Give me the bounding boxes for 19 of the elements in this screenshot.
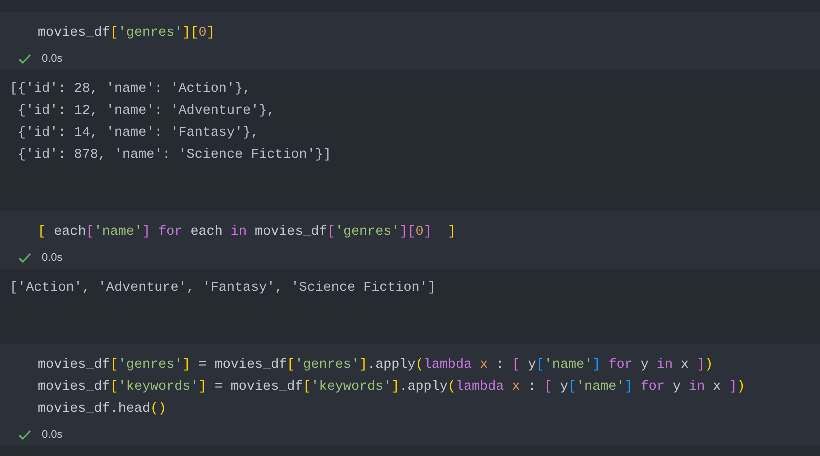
execution-time: 0.0s: [42, 252, 63, 264]
code-line: movies_df['keywords'] = movies_df['keywords'].apply(lambda x : [ y['name'] for y in x ]): [38, 379, 746, 397]
code-line: movies_df['genres'] = movies_df['genres'].apply(lambda x : [ y['name'] for y in x ]): [38, 357, 714, 375]
code-cell[interactable]: [ each['name'] for each in movies_df['genres'][0] ] 0.0s: [0, 211, 820, 269]
code-line: [ each['name'] for each in movies_df['genres'][0] ]: [38, 224, 457, 242]
code-line: movies_df.head(): [38, 401, 168, 419]
output-line: ['Action', 'Adventure', 'Fantasy', 'Science Fiction']: [10, 280, 437, 298]
output-line: [{'id': 28, 'name': 'Action'},: [10, 81, 252, 99]
code-cell[interactable]: movies_df['genres'] = movies_df['genres'].apply(lambda x : [ y['name'] for y in x ]) movies_df['keywords'] = movies_df['keywords'].apply(lambda x : [ y['name'] for y in x ]) movies_df.head() 0.0s: [0, 344, 820, 446]
output-line: {'id': 14, 'name': 'Fantasy'},: [17, 125, 260, 143]
code-cell[interactable]: movies_df['genres'][0] 0.0s: [0, 12, 820, 70]
execution-time: 0.0s: [42, 52, 63, 64]
check-icon: [18, 52, 32, 66]
execution-time: 0.0s: [42, 428, 63, 440]
check-icon: [18, 250, 32, 264]
check-icon: [18, 428, 32, 442]
code-line: movies_df['genres'][0]: [38, 25, 216, 43]
output-line: {'id': 12, 'name': 'Adventure'},: [17, 103, 276, 121]
output-line: {'id': 878, 'name': 'Science Fiction'}]: [17, 147, 332, 165]
